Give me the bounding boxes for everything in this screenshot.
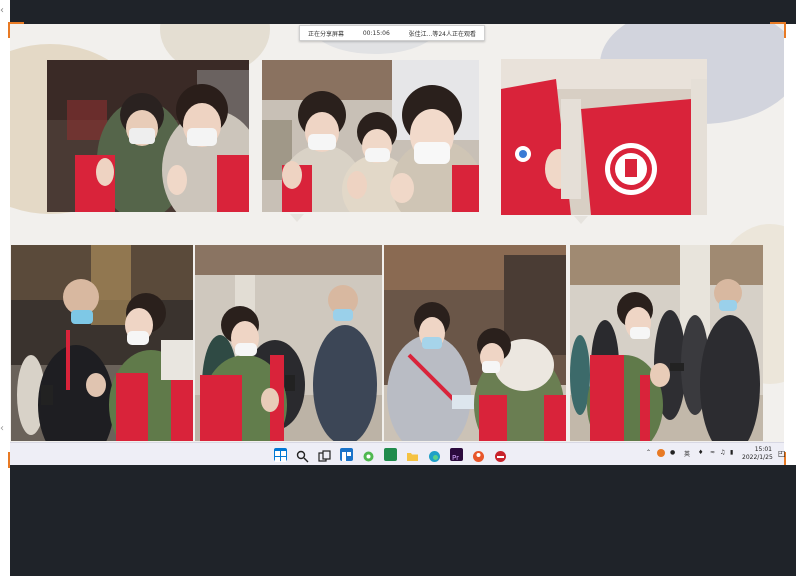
photo-bottom-1 — [11, 245, 193, 441]
search-icon[interactable] — [296, 448, 309, 463]
photo-bottom-4 — [570, 245, 763, 441]
divider-arrow — [290, 214, 304, 222]
app-orange-icon[interactable] — [472, 448, 485, 462]
widgets-icon[interactable] — [340, 448, 353, 461]
windows-taskbar: Pr ⌃ ● 英 ♦ ≈ ♫ ▮ 15:01 2022/1/25 ◰ — [10, 442, 786, 466]
share-participants: 张佳江...等24人正在观看 — [408, 30, 476, 38]
photo-top-middle — [262, 60, 479, 212]
file-explorer-icon[interactable] — [406, 448, 419, 461]
window-bottom-frame — [10, 465, 796, 576]
app-red-icon[interactable] — [494, 448, 507, 462]
premiere-icon[interactable]: Pr — [450, 448, 463, 462]
photo-bottom-3 — [384, 245, 566, 441]
tray-app-icon[interactable] — [657, 449, 665, 457]
clock[interactable]: 15:01 2022/1/25 — [742, 446, 773, 462]
svg-text:Pr: Pr — [452, 454, 459, 462]
input-method-icon[interactable]: ♦ — [698, 449, 703, 456]
edge-browser-icon[interactable] — [428, 448, 441, 462]
task-view-icon[interactable] — [318, 448, 331, 462]
clock-date: 2022/1/25 — [742, 454, 773, 461]
chat-icon[interactable] — [362, 448, 375, 462]
photo-top-right — [501, 59, 707, 215]
volume-icon[interactable]: ♫ — [720, 449, 725, 456]
clock-time: 15:01 — [754, 446, 772, 453]
photo-bottom-2 — [195, 245, 382, 441]
window-top-frame — [10, 0, 796, 24]
corner-marker — [770, 22, 786, 38]
notification-icon[interactable]: ◰ — [778, 449, 786, 458]
corner-marker — [8, 22, 24, 38]
ime-label[interactable]: 英 — [684, 449, 690, 458]
battery-icon[interactable]: ▮ — [730, 449, 733, 456]
photo-top-left — [47, 60, 249, 212]
windows-start-icon[interactable] — [274, 448, 287, 462]
share-timer: 00:15:06 — [362, 29, 390, 37]
screen-share-status-bar[interactable]: 正在分享屏幕 00:15:06 张佳江...等24人正在观看 — [299, 25, 485, 41]
wifi-icon[interactable]: ≈ — [710, 449, 715, 456]
edge-arrow-icon: ‹ — [0, 423, 4, 434]
tray-chevron-icon[interactable]: ⌃ — [646, 449, 651, 456]
back-arrow-icon[interactable]: ‹ — [0, 6, 4, 16]
share-status-text: 正在分享屏幕 — [308, 30, 345, 38]
app-green-icon[interactable] — [384, 448, 397, 461]
microphone-icon[interactable]: ● — [670, 449, 675, 456]
divider-arrow — [574, 216, 588, 224]
